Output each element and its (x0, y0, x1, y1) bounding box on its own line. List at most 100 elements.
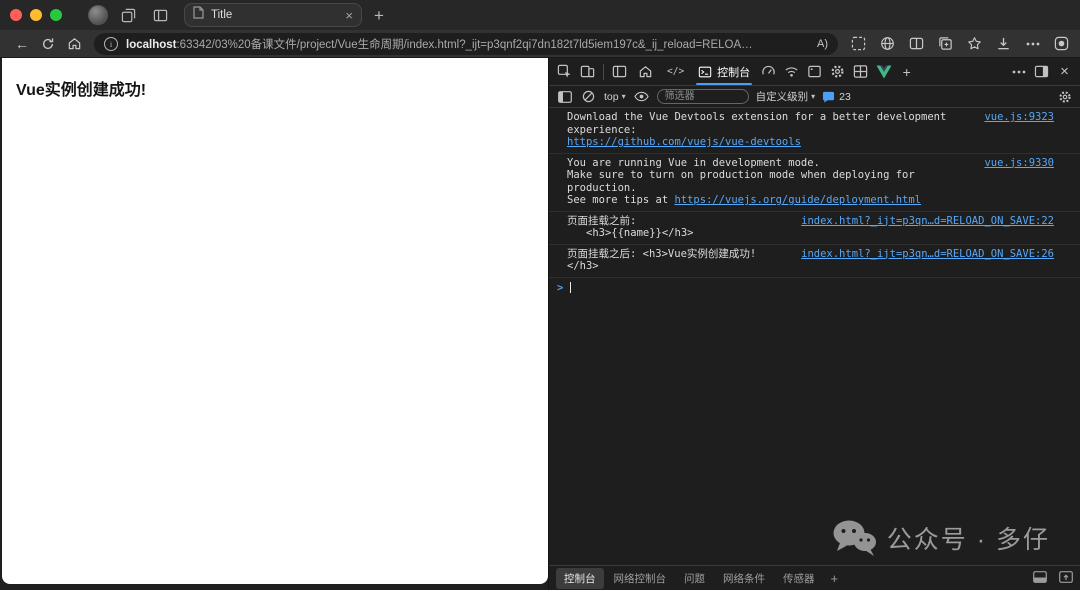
console-tab-icon (698, 66, 712, 77)
console-message-text: Download the Vue Devtools extension for … (567, 111, 974, 149)
drawer-tab-network-console[interactable]: 网络控制台 (606, 568, 675, 589)
console-source-link[interactable]: vue.js:9323 (984, 111, 1054, 124)
new-tab-button[interactable]: + (374, 7, 384, 24)
web-capture-icon[interactable] (850, 33, 867, 55)
console-settings-icon[interactable] (1056, 88, 1073, 105)
tab-console[interactable]: 控制台 (691, 58, 757, 85)
add-panel-icon[interactable]: + (895, 60, 918, 84)
network-tab-icon[interactable] (780, 60, 803, 84)
translate-icon[interactable] (879, 33, 896, 55)
drawer-tab-network-conditions[interactable]: 网络条件 (715, 568, 773, 589)
devtools-toolbar-right: × (1007, 60, 1076, 84)
console-filter-input[interactable] (656, 89, 749, 104)
console-source-link[interactable]: index.html?_ijt=p3qn…d=RELOAD_ON_SAVE:22 (801, 215, 1054, 228)
message-line: Make sure to turn on production mode whe… (567, 169, 915, 194)
text-cursor (570, 282, 572, 293)
page-heading: Vue实例创建成功! (16, 82, 147, 99)
message-line: 页面挂载之后: <h3>Vue实例创建成功! </h3> (567, 247, 757, 273)
tab-sources[interactable]: </> (660, 58, 691, 85)
profile-avatar[interactable] (88, 5, 108, 25)
message-line: 页面挂载之前: (567, 214, 637, 227)
settings-gear-icon[interactable] (826, 60, 849, 84)
site-info-icon[interactable]: i (104, 36, 118, 51)
messages-count-value: 23 (839, 90, 851, 103)
tab-actions-icon[interactable] (116, 3, 140, 27)
downloads-icon[interactable] (995, 33, 1012, 55)
favorites-star-icon[interactable] (966, 33, 983, 55)
console-prompt[interactable]: > (549, 278, 1080, 298)
console-message: You are running Vue in development mode.… (549, 154, 1080, 212)
copilot-sidebar-icon[interactable] (1053, 33, 1070, 55)
tab-welcome[interactable] (631, 58, 660, 85)
drawer-tab-console[interactable]: 控制台 (556, 567, 604, 589)
console-message: 页面挂载之后: <h3>Vue实例创建成功! </h3> index.html?… (549, 245, 1080, 278)
sources-icon: </> (667, 66, 685, 77)
console-source-link[interactable]: index.html?_ijt=p3qn…d=RELOAD_ON_SAVE:26 (801, 248, 1054, 261)
performance-tab-icon[interactable] (757, 60, 780, 84)
vertical-tabs-icon[interactable] (148, 3, 172, 27)
context-selector[interactable]: top ▾ (604, 91, 626, 103)
drawer-add-tab-icon[interactable]: + (825, 571, 845, 586)
application-tab-icon[interactable] (803, 60, 826, 84)
message-line: <h3>{{name}}</h3> (586, 227, 694, 239)
close-window-button[interactable] (10, 9, 22, 21)
minimize-window-button[interactable] (30, 9, 42, 21)
console-message: Download the Vue Devtools extension for … (549, 108, 1080, 154)
content-area: Vue实例创建成功! </> 控制台 + × top ▾ 筛选器 自定义级别 ▾… (0, 58, 1080, 590)
message-link[interactable]: https://vuejs.org/guide/deployment.html (674, 194, 921, 206)
page-content: Vue实例创建成功! (2, 58, 548, 584)
devtools-toolbar: </> 控制台 + × (549, 58, 1080, 86)
message-line: See more tips at https://vuejs.org/guide… (567, 194, 974, 207)
browser-tab[interactable]: Title × (184, 3, 362, 27)
device-toolbar-icon[interactable] (576, 60, 599, 84)
clear-console-icon[interactable] (580, 88, 597, 105)
drawer-expand-icon[interactable] (1059, 570, 1073, 586)
chevron-down-icon: ▾ (621, 92, 626, 101)
back-icon[interactable]: ← (10, 33, 34, 55)
drawer-actions (1033, 570, 1073, 586)
drawer-tab-sensors[interactable]: 传感器 (775, 568, 823, 589)
window-controls (10, 9, 62, 21)
log-levels-label: 自定义级别 (755, 91, 809, 103)
tab-title: Title (211, 9, 233, 21)
activity-bar-icon[interactable] (608, 60, 631, 84)
layout-tab-icon[interactable] (849, 60, 872, 84)
log-levels-selector[interactable]: 自定义级别 ▾ (756, 89, 816, 104)
message-link[interactable]: https://github.com/vuejs/vue-devtools (567, 136, 801, 148)
message-bubble-icon (823, 91, 835, 103)
message-line: https://github.com/vuejs/vue-devtools (567, 136, 974, 149)
close-devtools-icon[interactable]: × (1053, 60, 1076, 84)
read-aloud-icon[interactable]: A) (817, 38, 828, 50)
drawer-tab-issues[interactable]: 问题 (676, 568, 713, 589)
console-sidebar-icon[interactable] (556, 88, 573, 105)
tab-close-icon[interactable]: × (345, 9, 353, 22)
url-text: localhost:63342/03%20备课文件/project/Vue生命周… (126, 36, 809, 52)
collections-icon[interactable] (937, 33, 954, 55)
prompt-chevron-icon: > (557, 281, 564, 294)
home-icon[interactable] (62, 33, 86, 55)
message-text: See more tips at (567, 194, 675, 206)
titlebar: Title × + (0, 0, 1080, 30)
dock-side-icon[interactable] (1030, 60, 1053, 84)
console-message: 页面挂载之前: <h3>{{name}}</h3> index.html?_ij… (549, 212, 1080, 245)
tab-favicon-icon (193, 6, 204, 24)
message-line: Download the Vue Devtools extension for … (567, 111, 947, 136)
url-host: localhost (126, 38, 177, 51)
inspect-element-icon[interactable] (553, 60, 576, 84)
address-toolbar: ← i localhost:63342/03%20备课文件/project/Vu… (0, 30, 1080, 58)
zoom-window-button[interactable] (50, 9, 62, 21)
context-selector-value: top (604, 90, 619, 103)
address-bar[interactable]: i localhost:63342/03%20备课文件/project/Vue生… (94, 32, 838, 55)
console-source-link[interactable]: vue.js:9330 (984, 157, 1054, 170)
more-menu-icon[interactable] (1024, 33, 1041, 55)
more-tools-icon[interactable] (1007, 60, 1030, 84)
vue-devtools-icon[interactable] (872, 60, 895, 84)
console-messages-count[interactable]: 23 (822, 91, 851, 103)
drawer-dock-icon[interactable] (1033, 570, 1047, 586)
console-message-text: 页面挂载之后: <h3>Vue实例创建成功! </h3> (567, 248, 791, 273)
devtools-drawer: 控制台 网络控制台 问题 网络条件 传感器 + (549, 565, 1080, 590)
split-screen-icon[interactable] (908, 33, 925, 55)
welcome-home-icon (639, 66, 652, 78)
live-expression-eye-icon[interactable] (633, 88, 650, 105)
reload-icon[interactable] (36, 33, 60, 55)
